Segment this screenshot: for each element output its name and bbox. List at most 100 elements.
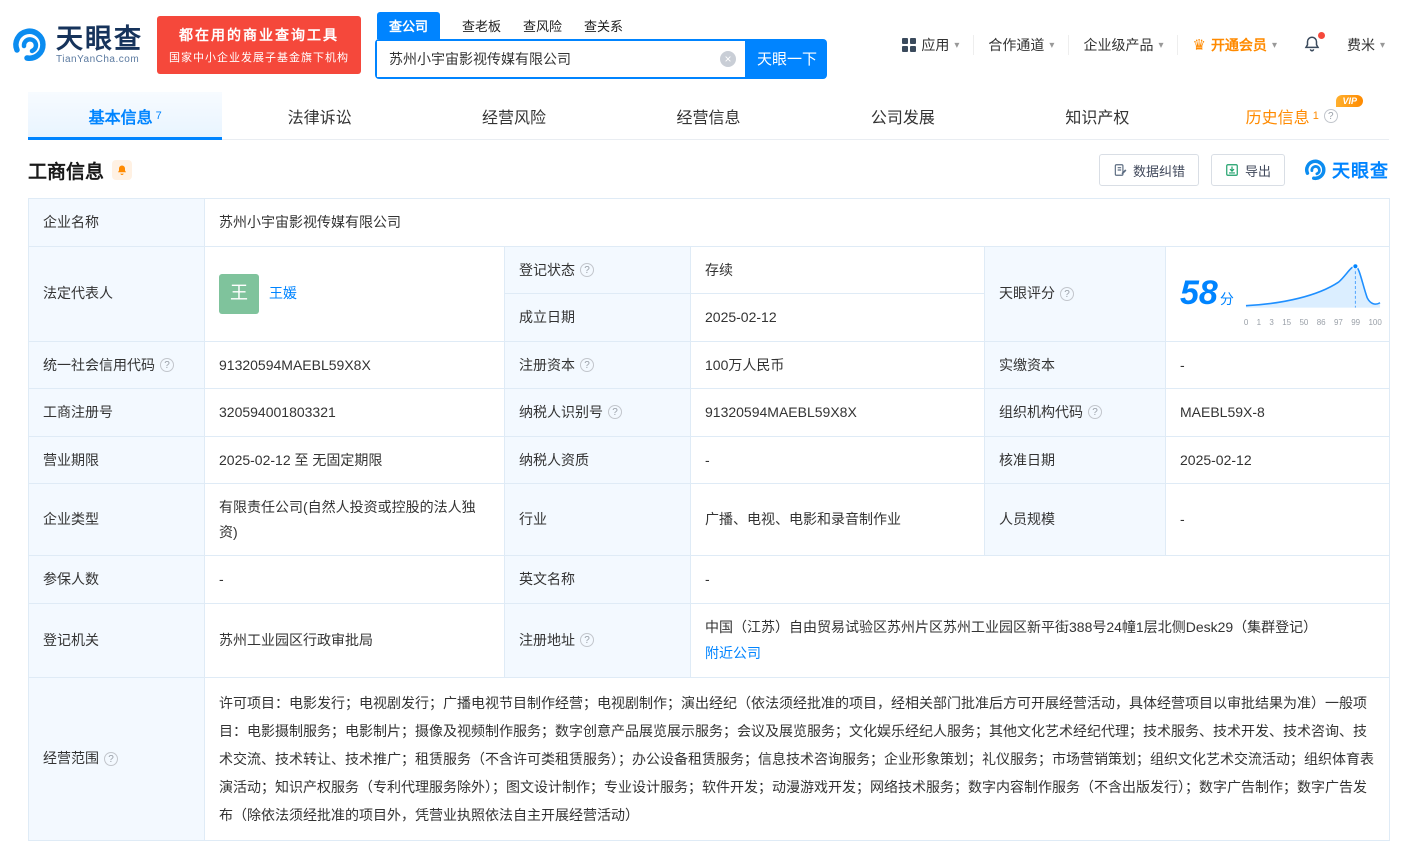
tab-company-development[interactable]: 公司发展 — [806, 92, 1000, 139]
export-label: 导出 — [1244, 163, 1271, 179]
search-tabs: 查公司 查老板 查风险 查关系 — [375, 11, 827, 39]
menu-user[interactable]: 费米 ▾ — [1333, 35, 1399, 55]
value-establish-date: 2025-02-12 — [690, 293, 985, 342]
tianyan-score-cell[interactable]: 58 分 013 15 50 86 97 99 100 — [1164, 245, 1391, 342]
help-icon[interactable]: ? — [580, 633, 594, 647]
menu-apps[interactable]: 应用 ▾ — [888, 35, 973, 55]
help-icon[interactable]: ? — [1088, 405, 1102, 420]
label-reg-authority: 登记机关 — [28, 602, 205, 678]
legal-rep-link[interactable]: 王媛 — [269, 281, 297, 306]
value-staff-size: - — [1164, 483, 1391, 556]
label-tianyan-score: 天眼评分? — [984, 245, 1166, 342]
tianyancha-watermark-icon — [1305, 159, 1326, 181]
tab-legal-label: 法律诉讼 — [287, 109, 352, 127]
score-number: 58 分 — [1180, 264, 1234, 324]
value-english-name: - — [689, 555, 1391, 604]
tab-operating-label: 经营信息 — [676, 109, 741, 127]
search-tab-company[interactable]: 查公司 — [377, 11, 441, 39]
monitor-bell-icon[interactable] — [112, 160, 133, 180]
export-icon — [1226, 164, 1238, 176]
tab-legal-proceedings[interactable]: 法律诉讼 — [222, 92, 416, 139]
tab-history-info[interactable]: VIP 历史信息 1 ? — [1195, 92, 1389, 139]
help-icon[interactable]: ? — [580, 357, 594, 372]
value-reg-address: 中国（江苏）自由贸易试验区苏州片区苏州工业园区新平街388号24幢1层北侧Des… — [689, 602, 1391, 678]
table-row: 企业名称 苏州小宇宙影视传媒有限公司 — [28, 198, 1391, 247]
menu-user-label: 费米 — [1346, 37, 1375, 53]
help-icon[interactable]: ? — [580, 262, 594, 277]
label-staff-size: 人员规模 — [984, 483, 1166, 556]
search-tab-boss[interactable]: 查老板 — [462, 12, 501, 39]
menu-apps-label: 应用 — [921, 37, 950, 53]
promo-line1: 都在用的商业查询工具 — [179, 27, 339, 43]
menu-enterprise-label: 企业级产品 — [1083, 37, 1154, 53]
help-icon[interactable]: ? — [104, 751, 118, 766]
grid-icon — [902, 38, 917, 52]
tab-development-label: 公司发展 — [870, 109, 935, 127]
label-company-name: 企业名称 — [28, 198, 205, 247]
chevron-down-icon: ▾ — [1271, 39, 1277, 51]
table-row: 企业类型 有限责任公司(自然人投资或控股的法人独资) 行业 广播、电视、电影和录… — [28, 483, 1391, 556]
label-taxpayer-qualification: 纳税人资质 — [504, 435, 691, 484]
search-block: 查公司 查老板 查风险 查关系 × 天眼一下 — [375, 11, 827, 79]
data-correction-label: 数据纠错 — [1132, 163, 1185, 179]
table-row: 营业期限 2025-02-12 至 无固定期限 纳税人资质 - 核准日期 202… — [28, 435, 1391, 484]
value-business-scope: 许可项目：电影发行；电视剧发行；广播电视节目制作经营；电视剧制作；演出经纪（依法… — [203, 676, 1391, 841]
table-row: 法定代表人 王 王媛 登记状态? 存续 天眼评分? 58 分 0 1 3 15 … — [28, 245, 1391, 342]
label-legal-rep: 法定代表人 — [28, 245, 205, 342]
menu-vip[interactable]: ♛ 开通会员 ▾ — [1177, 35, 1290, 55]
score-chart: 013 15 50 86 97 99 100 — [1244, 260, 1382, 328]
label-establish-date: 成立日期 — [504, 293, 691, 342]
menu-partner[interactable]: 合作通道 ▾ — [973, 35, 1068, 55]
label-business-scope: 经营范围? — [28, 676, 205, 841]
value-company-name: 苏州小宇宙影视传媒有限公司 — [203, 198, 1391, 247]
value-industry: 广播、电视、电影和录音制作业 — [690, 483, 985, 556]
menu-enterprise[interactable]: 企业级产品 ▾ — [1068, 35, 1177, 55]
score-value: 58 — [1180, 273, 1218, 312]
label-taxpayer-id: 纳税人识别号? — [504, 388, 691, 437]
table-row: 登记机关 苏州工业园区行政审批局 注册地址? 中国（江苏）自由贸易试验区苏州片区… — [28, 602, 1391, 678]
tianyancha-logo[interactable]: 天眼查 TianYanCha.com — [10, 25, 143, 65]
help-icon[interactable]: ? — [1323, 108, 1338, 123]
notification-bell-icon[interactable] — [1291, 31, 1333, 56]
business-info-table: 企业名称 苏州小宇宙影视传媒有限公司 法定代表人 王 王媛 登记状态? 存续 天… — [28, 198, 1391, 841]
main-nav: 基本信息 7 法律诉讼 经营风险 经营信息 公司发展 知识产权 VIP 历史信息 1… — [28, 92, 1389, 140]
label-reg-address: 注册地址? — [504, 602, 691, 678]
clear-icon[interactable]: × — [720, 50, 736, 67]
data-correction-button[interactable]: 数据纠错 — [1098, 154, 1199, 186]
value-reg-capital: 100万人民币 — [690, 340, 985, 389]
tab-risk-label: 经营风险 — [482, 109, 547, 127]
table-row: 统一社会信用代码? 91320594MAEBL59X8X 注册资本? 100万人… — [28, 340, 1391, 389]
help-icon[interactable]: ? — [608, 405, 622, 420]
export-button[interactable]: 导出 — [1210, 154, 1285, 186]
label-reg-capital: 注册资本? — [504, 340, 691, 389]
value-reg-authority: 苏州工业园区行政审批局 — [204, 602, 505, 678]
search-tab-relation[interactable]: 查关系 — [584, 12, 623, 39]
label-approval-date: 核准日期 — [984, 435, 1166, 484]
top-menu: 应用 ▾ 合作通道 ▾ 企业级产品 ▾ ♛ 开通会员 ▾ 费米 ▾ — [888, 31, 1399, 56]
nearby-companies-link[interactable]: 附近公司 — [705, 641, 761, 666]
value-legal-rep: 王 王媛 — [204, 245, 505, 342]
tab-operating-info[interactable]: 经营信息 — [611, 92, 805, 139]
menu-partner-label: 合作通道 — [988, 37, 1045, 53]
tab-history-label: 历史信息 — [1245, 109, 1310, 127]
value-approval-date: 2025-02-12 — [1164, 435, 1391, 484]
tab-basic-info[interactable]: 基本信息 7 — [28, 92, 223, 140]
table-row: 经营范围? 许可项目：电影发行；电视剧发行；广播电视节目制作经营；电视剧制作；演… — [28, 676, 1391, 841]
tab-operating-risk[interactable]: 经营风险 — [417, 92, 611, 139]
tab-intellectual-property[interactable]: 知识产权 — [1000, 92, 1194, 139]
score-unit: 分 — [1219, 290, 1234, 307]
tianyancha-watermark: 天眼查 — [1303, 157, 1389, 183]
avatar[interactable]: 王 — [219, 273, 259, 314]
search-tab-risk[interactable]: 查风险 — [523, 12, 562, 39]
search-input[interactable] — [377, 40, 745, 77]
label-english-name: 英文名称 — [504, 555, 691, 604]
score-axis: 013 15 50 86 97 99 100 — [1243, 318, 1382, 328]
search-button[interactable]: 天眼一下 — [747, 38, 827, 79]
vip-badge: VIP — [1336, 95, 1363, 107]
tab-basic-info-count: 7 — [155, 109, 162, 122]
help-icon[interactable]: ? — [160, 357, 174, 372]
value-org-code: MAEBL59X-8 — [1164, 388, 1391, 437]
value-credit-code: 91320594MAEBL59X8X — [204, 340, 505, 389]
help-icon[interactable]: ? — [1060, 286, 1074, 301]
chevron-down-icon: ▾ — [1379, 39, 1385, 51]
